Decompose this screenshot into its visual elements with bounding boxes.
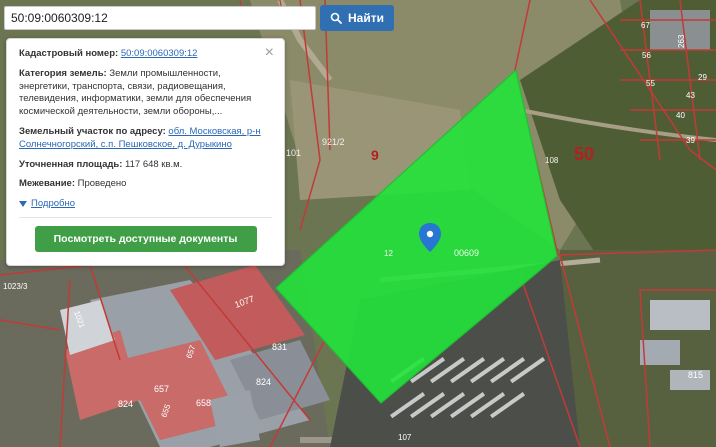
map-label-824b: 824 — [118, 399, 133, 409]
map-label-00609: 00609 — [454, 248, 479, 258]
details-toggle[interactable]: Подробно — [19, 198, 272, 209]
address-row: Земельный участок по адресу: обл. Москов… — [19, 126, 272, 152]
map-label-56: 56 — [642, 51, 651, 60]
cadastral-row: Кадастровый номер: 50:09:0060309:12 — [19, 48, 272, 61]
parcel-info-card: × Кадастровый номер: 50:09:0060309:12 Ка… — [6, 38, 285, 266]
map-label-657b: 657 — [154, 384, 169, 394]
view-documents-button[interactable]: Посмотреть доступные документы — [34, 226, 257, 253]
map-label-107: 107 — [398, 433, 412, 442]
area-value: 117 648 кв.м. — [125, 158, 183, 170]
map-label-43: 43 — [686, 91, 695, 100]
map-label-815: 815 — [688, 370, 703, 380]
close-icon[interactable]: × — [265, 45, 274, 61]
area-row: Уточненная площадь: 117 648 кв.м. — [19, 159, 272, 172]
search-bar: Найти — [4, 5, 394, 31]
map-label-9: 9 — [371, 147, 379, 163]
details-label: Подробно — [31, 198, 75, 210]
map-label-50: 50 — [574, 144, 594, 164]
map-label-263: 263 — [677, 34, 686, 48]
map-label-67: 67 — [641, 21, 650, 30]
search-icon — [330, 12, 342, 24]
survey-row: Межевание: Проведено — [19, 178, 272, 191]
survey-label: Межевание: — [19, 178, 75, 190]
divider — [19, 217, 272, 219]
map-label-1023-3: 1023/3 — [3, 282, 28, 291]
cadastral-label: Кадастровый номер: — [19, 48, 119, 59]
map-label-55: 55 — [646, 79, 655, 88]
map-label-29: 29 — [698, 73, 707, 82]
chevron-down-icon — [19, 200, 27, 207]
map-label-39: 39 — [686, 136, 695, 145]
map-label-40: 40 — [676, 111, 685, 120]
map-label-101: 101 — [286, 148, 301, 158]
search-button-label: Найти — [348, 11, 384, 25]
address-label: Земельный участок по адресу: — [19, 125, 166, 137]
search-input[interactable] — [4, 6, 316, 30]
area-label: Уточненная площадь: — [19, 158, 123, 170]
cadastral-link[interactable]: 50:09:0060309:12 — [121, 48, 198, 59]
category-label: Категория земель: — [19, 67, 107, 79]
map-label-831: 831 — [272, 342, 287, 352]
search-button[interactable]: Найти — [320, 5, 394, 31]
map-label-921-2: 921/2 — [322, 137, 345, 147]
category-row: Категория земель: Земли промышленности, … — [19, 68, 272, 119]
map-label-824a: 824 — [256, 377, 271, 387]
map-label-12: 12 — [384, 249, 393, 258]
map-label-658: 658 — [196, 398, 211, 408]
survey-value: Проведено — [77, 178, 127, 190]
map-label-108: 108 — [545, 156, 559, 165]
